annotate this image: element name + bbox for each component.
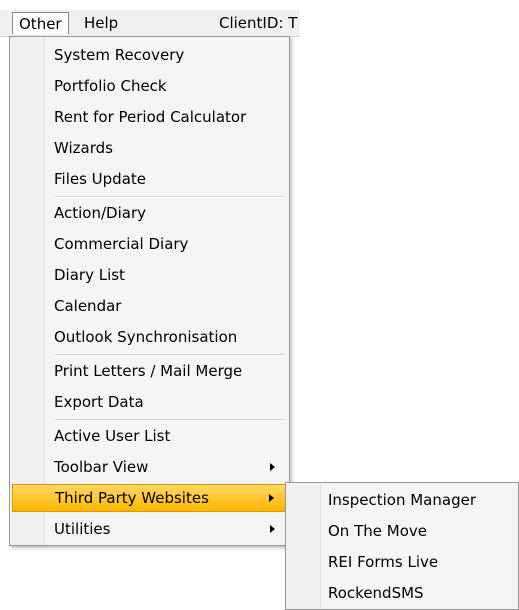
menu-item-third-party-websites[interactable]: Third Party Websites <box>12 484 287 512</box>
menu-item-outlook-sync[interactable]: Outlook Synchronisation <box>12 323 287 351</box>
menu-item-files-update[interactable]: Files Update <box>12 165 287 193</box>
menu-item-action-diary[interactable]: Action/Diary <box>12 199 287 227</box>
menu-item-rent-calculator[interactable]: Rent for Period Calculator <box>12 103 287 131</box>
menubar-other[interactable]: Other <box>12 12 69 34</box>
menu-item-calendar[interactable]: Calendar <box>12 292 287 320</box>
menu-item-portfolio-check[interactable]: Portfolio Check <box>12 72 287 100</box>
submenu-item-rei-forms-live[interactable]: REI Forms Live <box>288 547 516 578</box>
menu-separator <box>54 419 285 421</box>
submenu-item-inspection-manager[interactable]: Inspection Manager <box>288 485 516 516</box>
menu-item-label: Utilities <box>54 520 111 538</box>
menu-separator <box>54 354 285 356</box>
menubar-help[interactable]: Help <box>78 12 124 34</box>
menu-item-utilities[interactable]: Utilities <box>12 515 287 543</box>
menu-item-commercial-diary[interactable]: Commercial Diary <box>12 230 287 258</box>
submenu-arrow-icon <box>270 463 275 471</box>
submenu-arrow-icon <box>270 525 275 533</box>
menu-item-wizards[interactable]: Wizards <box>12 134 287 162</box>
menu-item-active-user-list[interactable]: Active User List <box>12 422 287 450</box>
menu-item-diary-list[interactable]: Diary List <box>12 261 287 289</box>
menu-item-label: Third Party Websites <box>55 489 209 507</box>
menu-separator <box>54 196 285 198</box>
client-id-label: ClientID: T <box>219 14 298 32</box>
menu-item-label: Toolbar View <box>54 458 149 476</box>
submenu-item-rockend-sms[interactable]: RockendSMS <box>288 578 516 609</box>
submenu-item-on-the-move[interactable]: On The Move <box>288 516 516 547</box>
menu-item-export-data[interactable]: Export Data <box>12 388 287 416</box>
menu-item-print-letters[interactable]: Print Letters / Mail Merge <box>12 357 287 385</box>
third-party-websites-submenu: Inspection Manager On The Move REI Forms… <box>285 482 519 610</box>
submenu-arrow-icon <box>269 494 274 502</box>
menubar: Other Help ClientID: T <box>0 10 300 37</box>
other-menu: System Recovery Portfolio Check Rent for… <box>9 36 290 546</box>
menu-item-toolbar-view[interactable]: Toolbar View <box>12 453 287 481</box>
menu-item-system-recovery[interactable]: System Recovery <box>12 41 287 69</box>
